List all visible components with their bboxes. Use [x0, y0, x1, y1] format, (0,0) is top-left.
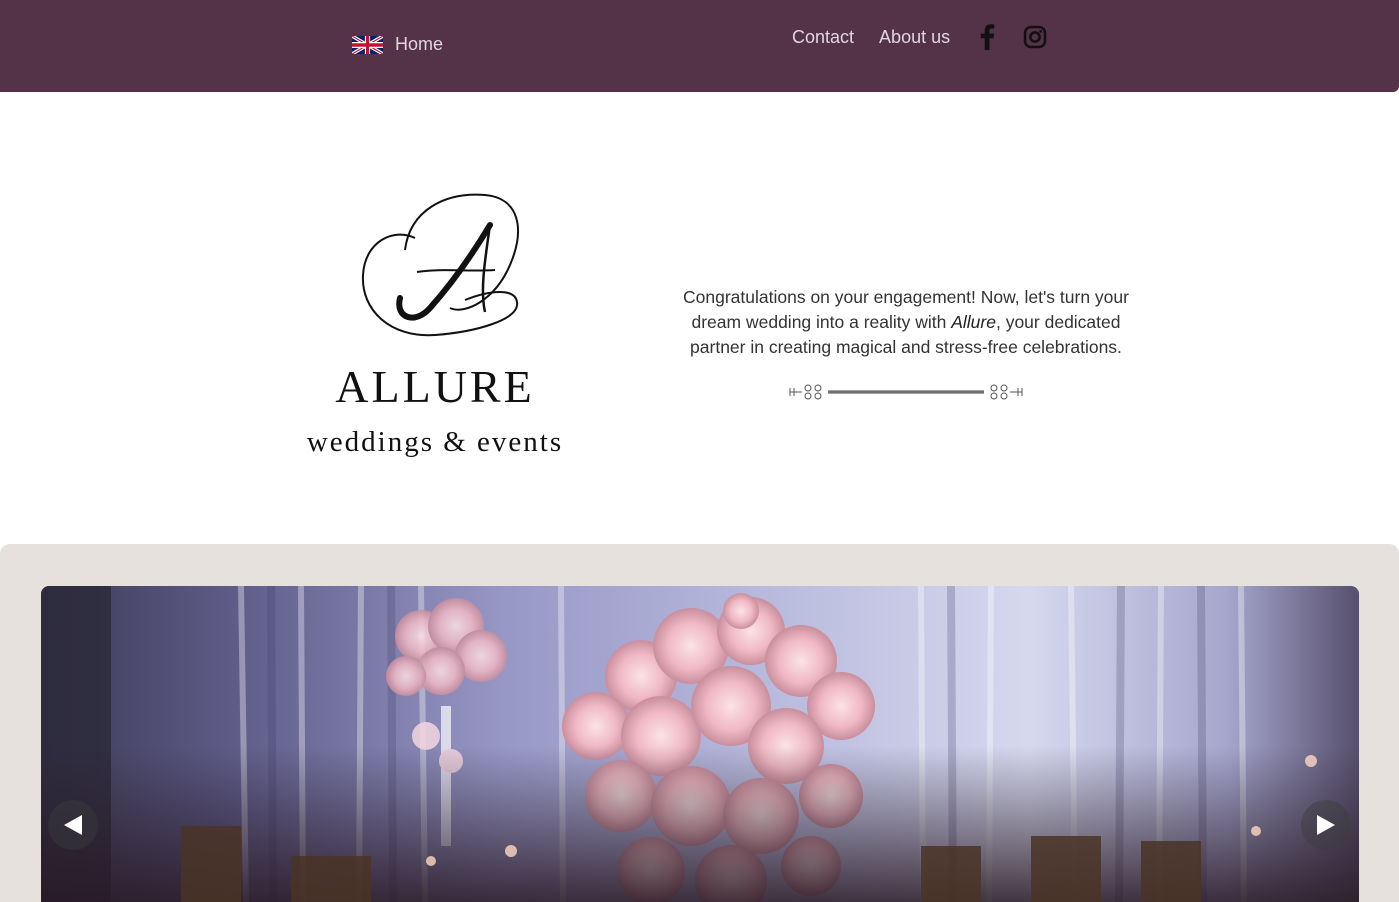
carousel-next-button[interactable]: [1301, 800, 1351, 850]
intro-paragraph: Congratulations on your engagement! Now,…: [676, 285, 1136, 360]
uk-flag-icon[interactable]: [352, 35, 383, 54]
intro-brand-emphasis: Allure: [951, 312, 996, 332]
nav-left-group: Home: [352, 34, 443, 55]
top-navigation-bar: Home Contact About us: [0, 0, 1399, 92]
monogram-a-icon: [361, 193, 519, 337]
brand-name: ALLURE: [335, 361, 535, 412]
carousel-prev-button[interactable]: [48, 800, 98, 850]
nav-about-link[interactable]: About us: [879, 27, 950, 48]
instagram-icon[interactable]: [1023, 25, 1047, 49]
nav-contact-link[interactable]: Contact: [792, 27, 854, 48]
nav-right-group: Contact About us: [792, 24, 1047, 50]
carousel-slide-image: [41, 586, 1359, 902]
facebook-icon[interactable]: [979, 24, 995, 50]
gallery-section: [0, 544, 1399, 902]
arrow-left-icon: [64, 815, 82, 835]
arrow-right-icon: [1317, 815, 1335, 835]
nav-home-link[interactable]: Home: [395, 34, 443, 55]
ornamental-divider: [789, 384, 1023, 400]
brand-logo: ALLURE weddings & events: [290, 190, 580, 460]
brand-tagline: weddings & events: [306, 426, 564, 458]
